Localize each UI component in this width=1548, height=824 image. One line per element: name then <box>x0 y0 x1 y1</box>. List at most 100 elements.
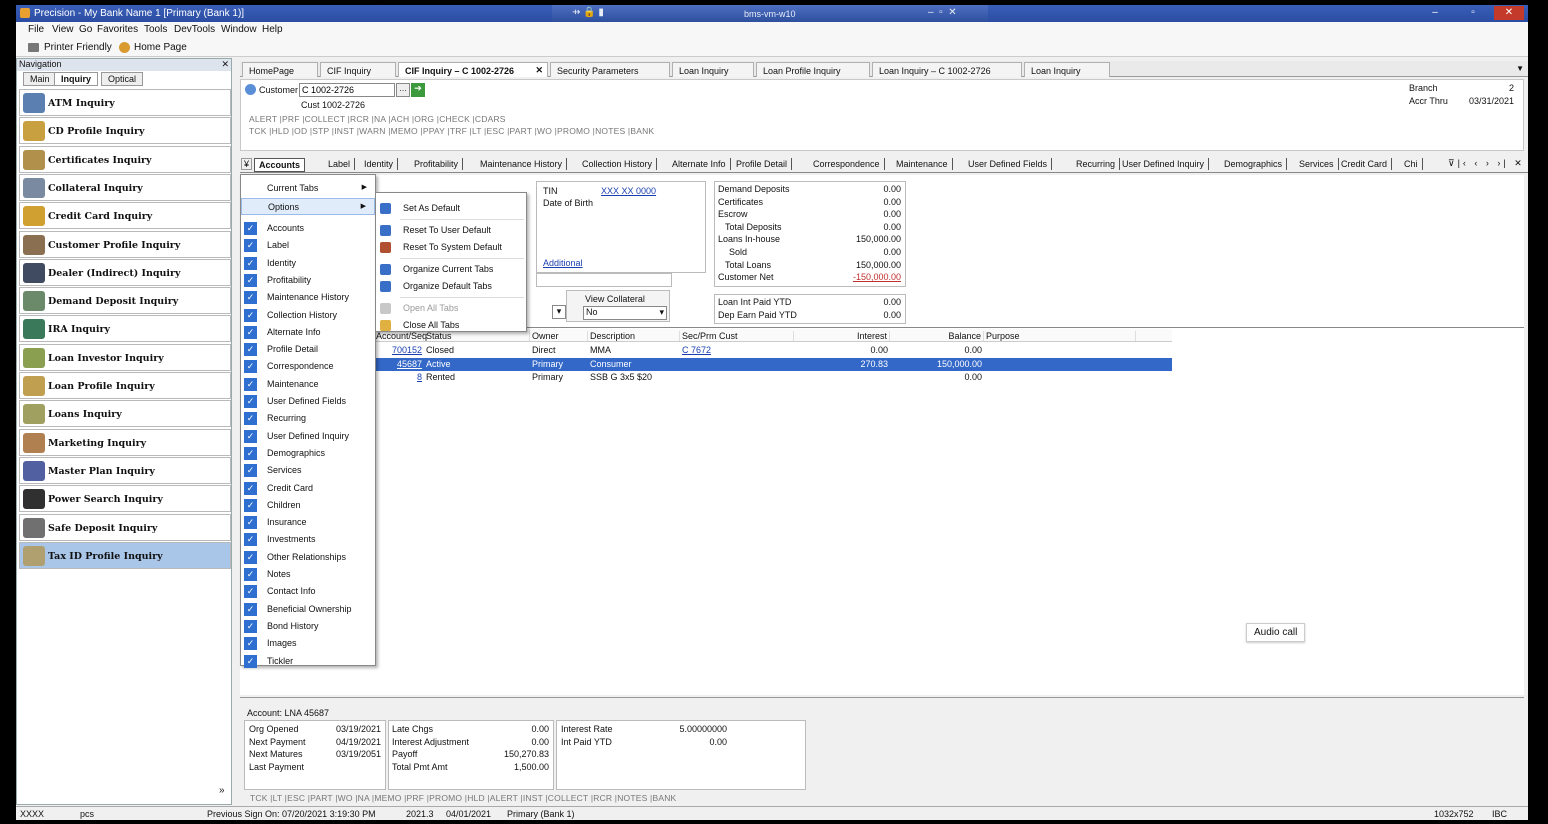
nav-item-tax-id-profile-inquiry[interactable]: Tax ID Profile Inquiry <box>19 541 231 569</box>
checkbox-checked-icon[interactable]: ✓ <box>244 412 257 426</box>
checkbox-checked-icon[interactable]: ✓ <box>244 429 257 443</box>
subtab-maintenance-history[interactable]: Maintenance History <box>476 158 568 170</box>
nav-item-safe-deposit-inquiry[interactable]: Safe Deposit Inquiry <box>19 513 231 541</box>
nav-tab-inquiry[interactable]: Inquiry <box>54 72 99 86</box>
tab-loan-inquiry-2[interactable]: Loan Inquiry <box>1024 62 1110 77</box>
subtab-credit-card[interactable]: Credit Card <box>1337 158 1393 170</box>
tab-scroll-controls[interactable]: ⊽|‹ ‹ › ›| ✕ <box>1448 158 1525 169</box>
grid-cell[interactable]: 700152 <box>376 345 424 355</box>
checkbox-checked-icon[interactable]: ✓ <box>244 585 257 599</box>
checkbox-checked-icon[interactable]: ✓ <box>244 222 257 235</box>
option-set-as-default[interactable]: Set As Default <box>376 200 526 217</box>
checkbox-checked-icon[interactable]: ✓ <box>244 533 257 547</box>
menu-check-images[interactable]: ✓ Images <box>241 635 375 652</box>
nav-item-customer-profile-inquiry[interactable]: Customer Profile Inquiry <box>19 230 231 258</box>
menu-check-tickler[interactable]: ✓ Tickler <box>241 653 375 670</box>
grid-col-sec-prm-cust[interactable]: Sec/Prm Cust <box>682 331 794 341</box>
menu-go[interactable]: Go <box>79 24 92 35</box>
subtab-correspondence[interactable]: Correspondence <box>809 158 885 170</box>
checkbox-checked-icon[interactable]: ✓ <box>244 568 257 581</box>
nav-item-loans-inquiry[interactable]: Loans Inquiry <box>19 400 231 428</box>
nav-item-master-plan-inquiry[interactable]: Master Plan Inquiry <box>19 456 231 484</box>
menu-check-investments[interactable]: ✓ Investments <box>241 531 375 548</box>
menu-view[interactable]: View <box>52 24 74 35</box>
home-page-button[interactable]: Home Page <box>134 42 187 53</box>
printer-friendly-button[interactable]: Printer Friendly <box>44 42 112 53</box>
menu-check-services[interactable]: ✓ Services <box>241 462 375 479</box>
nav-item-power-search-inquiry[interactable]: Power Search Inquiry <box>19 485 231 513</box>
checkbox-checked-icon[interactable]: ✓ <box>244 516 257 530</box>
subtab-profitability[interactable]: Profitability <box>410 158 464 170</box>
checkbox-checked-icon[interactable]: ✓ <box>244 654 257 668</box>
checkbox-checked-icon[interactable]: ✓ <box>244 395 257 408</box>
option-close-all-tabs[interactable]: Close All Tabs <box>376 317 526 334</box>
menu-check-credit-card[interactable]: ✓ Credit Card <box>241 480 375 497</box>
maximize-button[interactable]: ▫ <box>1458 6 1488 20</box>
table-row[interactable]: 700152 Closed Direct MMA C 7672 0.00 0.00 <box>376 344 1172 357</box>
nav-item-loan-investor-inquiry[interactable]: Loan Investor Inquiry <box>19 343 231 371</box>
chevron-down-icon[interactable]: ▾ <box>552 305 566 319</box>
menu-check-notes[interactable]: ✓ Notes <box>241 566 375 583</box>
tin-link[interactable]: XXX XX 0000 <box>601 186 656 196</box>
nav-item-dealer-indirect-inquiry[interactable]: Dealer (Indirect) Inquiry <box>19 258 231 286</box>
menu-check-beneficial-ownership[interactable]: ✓ Beneficial Ownership <box>241 601 375 618</box>
tab-menu-icon[interactable]: ¥ <box>241 158 253 170</box>
audio-call-tooltip[interactable]: Audio call <box>1246 623 1306 642</box>
nav-item-cd-profile-inquiry[interactable]: CD Profile Inquiry <box>19 117 231 145</box>
minimize-button[interactable]: – <box>1420 6 1450 20</box>
menu-check-maintenance[interactable]: ✓ Maintenance <box>241 376 375 393</box>
lookup-button[interactable]: … <box>396 83 410 97</box>
menu-check-recurring[interactable]: ✓ Recurring <box>241 410 375 427</box>
additional-link[interactable]: Additional <box>543 258 583 268</box>
checkbox-checked-icon[interactable]: ✓ <box>244 550 257 564</box>
checkbox-checked-icon[interactable]: ✓ <box>244 308 257 322</box>
menu-tools[interactable]: Tools <box>144 24 167 35</box>
subtab-collection-history[interactable]: Collection History <box>578 158 658 170</box>
subtab-chi[interactable]: Chi <box>1400 158 1423 170</box>
menu-check-user-defined-fields[interactable]: ✓ User Defined Fields <box>241 393 375 410</box>
menu-options[interactable]: Options ▶ <box>241 198 375 215</box>
subtab-maintenance[interactable]: Maintenance <box>892 158 953 170</box>
remote-window-controls[interactable]: – ▫ ✕ <box>928 7 957 18</box>
subtab-recurring[interactable]: Recurring <box>1072 158 1121 170</box>
menu-check-bond-history[interactable]: ✓ Bond History <box>241 618 375 635</box>
menu-check-alternate-info[interactable]: ✓ Alternate Info <box>241 324 375 341</box>
checkbox-checked-icon[interactable]: ✓ <box>244 256 257 270</box>
grid-cell[interactable]: 45687 <box>376 359 424 369</box>
checkbox-checked-icon[interactable]: ✓ <box>244 602 257 616</box>
expand-nav-icon[interactable]: » <box>219 785 225 796</box>
menu-check-accounts[interactable]: ✓ Accounts <box>241 220 375 237</box>
menu-devtools[interactable]: DevTools <box>174 24 215 35</box>
menu-file[interactable]: File <box>28 24 44 35</box>
go-arrow-button[interactable]: ➔ <box>411 83 425 97</box>
option-organize-default-tabs[interactable]: Organize Default Tabs <box>376 278 526 295</box>
pin-icon[interactable]: ⇸ 🔒 ▮ <box>572 7 604 18</box>
menu-check-insurance[interactable]: ✓ Insurance <box>241 514 375 531</box>
tab-cif-inquiry[interactable]: CIF Inquiry <box>320 62 396 77</box>
grid-col-purpose[interactable]: Purpose <box>986 331 1136 341</box>
tab-loan-inquiry[interactable]: Loan Inquiry <box>672 62 754 77</box>
menu-check-label[interactable]: ✓ Label <box>241 237 375 254</box>
subtab-user-defined-fields[interactable]: User Defined Fields <box>964 158 1053 170</box>
nav-item-marketing-inquiry[interactable]: Marketing Inquiry <box>19 428 231 456</box>
checkbox-checked-icon[interactable]: ✓ <box>244 637 257 651</box>
checkbox-checked-icon[interactable]: ✓ <box>244 498 257 512</box>
option-reset-to-user-default[interactable]: Reset To User Default <box>376 222 526 239</box>
menu-check-collection-history[interactable]: ✓ Collection History <box>241 307 375 324</box>
menu-check-contact-info[interactable]: ✓ Contact Info <box>241 583 375 600</box>
option-reset-to-system-default[interactable]: Reset To System Default <box>376 239 526 256</box>
nav-item-certificates-inquiry[interactable]: Certificates Inquiry <box>19 145 231 173</box>
nav-item-demand-deposit-inquiry[interactable]: Demand Deposit Inquiry <box>19 287 231 315</box>
menu-check-profile-detail[interactable]: ✓ Profile Detail <box>241 341 375 358</box>
tab-security-parameters[interactable]: Security Parameters <box>550 62 670 77</box>
checkbox-checked-icon[interactable]: ✓ <box>244 291 257 305</box>
checkbox-checked-icon[interactable]: ✓ <box>244 377 257 391</box>
nav-item-loan-profile-inquiry[interactable]: Loan Profile Inquiry <box>19 372 231 399</box>
subtab-alternate-info[interactable]: Alternate Info <box>668 158 731 170</box>
menu-current-tabs[interactable]: Current Tabs ▶ <box>241 180 375 197</box>
tab-list-dropdown-icon[interactable]: ▼ <box>1516 64 1524 73</box>
grid-col-balance[interactable]: Balance <box>892 331 984 341</box>
menu-check-demographics[interactable]: ✓ Demographics <box>241 445 375 462</box>
nav-item-credit-card-inquiry[interactable]: Credit Card Inquiry <box>19 202 231 230</box>
menu-check-maintenance-history[interactable]: ✓ Maintenance History <box>241 289 375 306</box>
